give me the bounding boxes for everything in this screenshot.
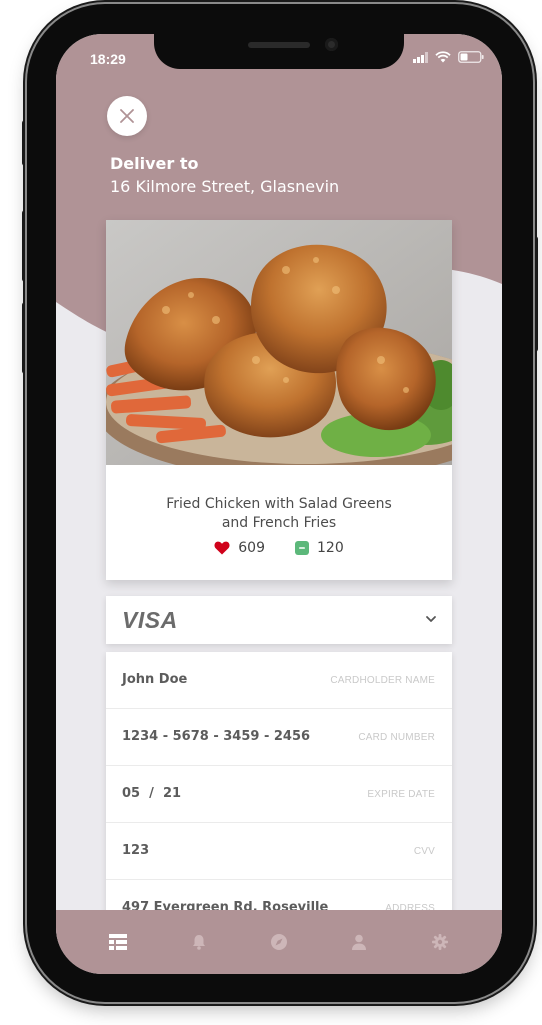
visa-logo: VISA <box>122 607 178 633</box>
cardholder-name-field[interactable]: John Doe CARDHOLDER NAME <box>106 652 452 709</box>
tab-explore[interactable] <box>259 922 299 962</box>
signal-icon <box>413 51 428 63</box>
tab-notifications[interactable] <box>179 922 219 962</box>
expire-date-field[interactable]: 05 / 21 EXPIRE DATE <box>106 766 452 823</box>
list-icon <box>109 934 128 950</box>
notch <box>154 34 404 69</box>
tab-list[interactable] <box>98 922 138 962</box>
card-number-field[interactable]: 1234 - 5678 - 3459 - 2456 CARD NUMBER <box>106 709 452 766</box>
close-icon <box>120 109 134 123</box>
card-number-label: CARD NUMBER <box>358 732 435 743</box>
comment-icon <box>295 541 309 555</box>
likes-stat[interactable]: 609 <box>214 540 265 556</box>
deliver-to-label: Deliver to <box>110 154 199 173</box>
user-icon <box>352 934 367 950</box>
likes-count: 609 <box>238 540 265 556</box>
front-camera <box>325 38 338 51</box>
gear-icon <box>431 934 448 950</box>
food-info: Fried Chicken with Salad Greens and Fren… <box>106 470 452 580</box>
food-stats: 609 120 <box>106 540 452 556</box>
status-time: 18:29 <box>90 51 126 67</box>
cvv-value[interactable]: 123 <box>122 843 149 858</box>
food-photo <box>106 220 452 465</box>
chevron-down-icon <box>426 616 436 622</box>
comments-stat[interactable]: 120 <box>295 540 344 556</box>
bell-icon <box>192 935 205 950</box>
expire-date-label: EXPIRE DATE <box>367 789 435 800</box>
cardholder-name-value[interactable]: John Doe <box>122 672 187 687</box>
food-card[interactable]: Fried Chicken with Salad Greens and Fren… <box>106 220 452 580</box>
card-type-select[interactable]: VISA <box>106 596 452 644</box>
speaker <box>248 42 310 48</box>
wifi-icon <box>435 51 451 63</box>
bottom-tab-bar <box>56 910 502 974</box>
card-number-value[interactable]: 1234 - 5678 - 3459 - 2456 <box>122 729 310 744</box>
cvv-field[interactable]: 123 CVV <box>106 823 452 880</box>
food-title-line-2: and French Fries <box>221 515 337 531</box>
compass-icon <box>270 934 287 950</box>
tab-profile[interactable] <box>339 922 379 962</box>
cardholder-name-label: CARDHOLDER NAME <box>330 675 435 686</box>
food-title-line-1: Fried Chicken with Salad Greens <box>166 496 392 512</box>
payment-form: John Doe CARDHOLDER NAME 1234 - 5678 - 3… <box>106 652 452 942</box>
comments-count: 120 <box>317 540 344 556</box>
food-title: Fried Chicken with Salad Greens and Fren… <box>106 495 452 533</box>
fried-chicken-image <box>106 220 452 465</box>
battery-icon <box>458 51 484 63</box>
status-icons <box>413 51 484 63</box>
expire-date-value[interactable]: 05 / 21 <box>122 786 181 801</box>
close-button[interactable] <box>107 96 147 136</box>
tab-settings[interactable] <box>420 922 460 962</box>
cvv-label: CVV <box>413 846 435 857</box>
delivery-address[interactable]: 16 Kilmore Street, Glasnevin <box>110 177 339 196</box>
phone-screen: 18:29 Deliver to 16 Kilmore Street, Glas… <box>56 34 502 974</box>
heart-icon <box>214 541 230 555</box>
